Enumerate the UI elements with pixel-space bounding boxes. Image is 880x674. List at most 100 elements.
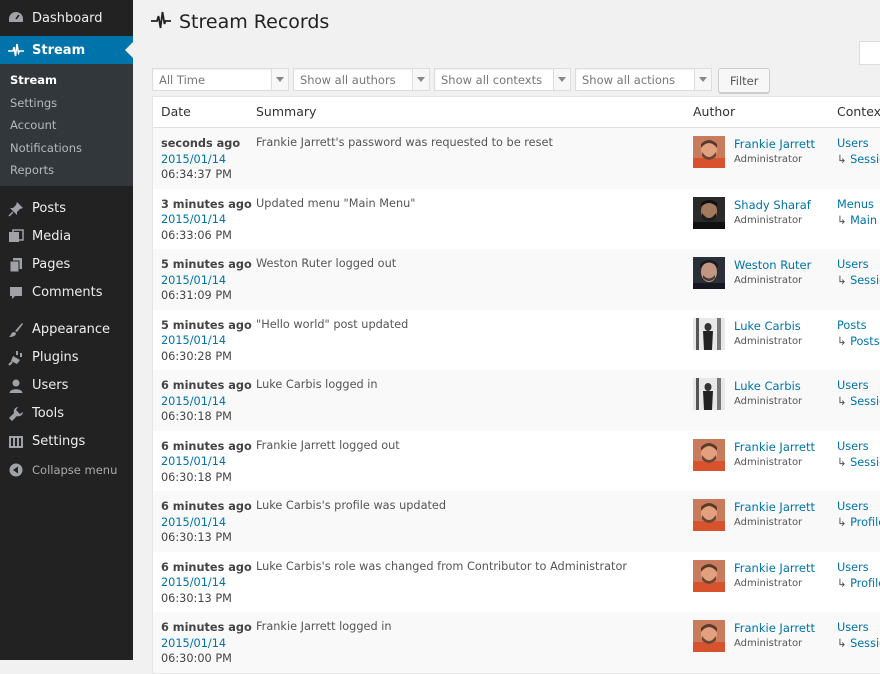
record-author-cell: Frankie Jarrett Administrator xyxy=(734,560,815,592)
author-link[interactable]: Frankie Jarrett xyxy=(734,499,815,515)
chevron-down-icon xyxy=(412,69,429,90)
record-summary: "Hello world" post updated xyxy=(256,317,409,331)
menu-comments[interactable]: Comments xyxy=(0,279,133,307)
record-ago: 5 minutes ago xyxy=(161,258,252,271)
submenu-settings[interactable]: Settings xyxy=(0,92,133,115)
submenu-notifications[interactable]: Notifications xyxy=(0,137,133,160)
record-date-link[interactable]: 2015/01/14 xyxy=(161,575,252,591)
collapse-menu-label: Collapse menu xyxy=(32,462,118,477)
collapse-menu-button[interactable]: Collapse menu xyxy=(0,456,133,484)
author-link[interactable]: Luke Carbis xyxy=(734,318,802,334)
record-date-link[interactable]: 2015/01/14 xyxy=(161,636,252,652)
actions-filter-select[interactable]: Show all actions xyxy=(575,68,712,91)
record-date-link[interactable]: 2015/01/14 xyxy=(161,273,252,289)
date-filter-select[interactable]: All Time xyxy=(152,68,289,91)
record-context-cell: Users↳ Profiles xyxy=(837,499,880,531)
table-row: 5 minutes ago 2015/01/14 06:31:09 PM Weston… xyxy=(153,249,880,310)
subcontext-link[interactable]: ↳ Main Menu xyxy=(837,213,880,229)
subcontext-link[interactable]: ↳ Profiles xyxy=(837,515,880,531)
avatar xyxy=(693,317,725,350)
main-content: Stream Records All Time Show all authors… xyxy=(133,0,880,674)
record-date-cell: 6 minutes ago 2015/01/14 06:30:18 PM xyxy=(161,439,252,486)
record-summary: Frankie Jarrett logged in xyxy=(256,620,392,633)
column-header-author[interactable]: Author xyxy=(693,104,735,119)
author-link[interactable]: Frankie Jarrett xyxy=(734,620,815,636)
context-link[interactable]: Users xyxy=(837,620,880,636)
table-row: 6 minutes ago 2015/01/14 06:30:13 PM Luke C… xyxy=(153,491,880,552)
record-ago: seconds ago xyxy=(161,137,241,150)
table-row: seconds ago 2015/01/14 06:34:37 PM Frankie … xyxy=(153,128,880,189)
subcontext-label: Profiles xyxy=(850,576,880,590)
menu-settings[interactable]: Settings xyxy=(0,428,133,456)
subcontext-label: Sessions xyxy=(850,455,880,469)
subcontext-arrow-icon: ↳ xyxy=(837,637,851,650)
actions-filter-value: Show all actions xyxy=(582,72,676,87)
context-link[interactable]: Users xyxy=(837,499,880,515)
menu-plugins[interactable]: Plugins xyxy=(0,344,133,372)
subcontext-link[interactable]: ↳ Sessions xyxy=(837,152,880,168)
menu-settings-label: Settings xyxy=(32,434,86,449)
table-row: 6 minutes ago 2015/01/14 06:30:18 PM Luke C… xyxy=(153,370,880,431)
search-input[interactable] xyxy=(859,41,880,65)
page-title: Stream Records xyxy=(179,11,330,33)
subcontext-link[interactable]: ↳ Sessions xyxy=(837,394,880,410)
menu-pages[interactable]: Pages xyxy=(0,251,133,279)
record-date-cell: 6 minutes ago 2015/01/14 06:30:13 PM xyxy=(161,560,252,607)
context-link[interactable]: Users xyxy=(837,136,880,152)
menu-dashboard[interactable]: Dashboard xyxy=(0,4,133,32)
subcontext-link[interactable]: ↳ Sessions xyxy=(837,455,880,471)
author-link[interactable]: Frankie Jarrett xyxy=(734,439,815,455)
record-date-link[interactable]: 2015/01/14 xyxy=(161,515,252,531)
menu-tools[interactable]: Tools xyxy=(0,400,133,428)
table-row: 6 minutes ago 2015/01/14 06:30:00 PM Franki… xyxy=(153,612,880,673)
submenu-stream[interactable]: Stream xyxy=(0,69,133,92)
context-link[interactable]: Menus xyxy=(837,197,880,213)
record-date-link[interactable]: 2015/01/14 xyxy=(161,152,240,168)
menu-stream[interactable]: Stream xyxy=(0,36,133,64)
record-summary: Frankie Jarrett logged out xyxy=(256,438,400,452)
context-link[interactable]: Users xyxy=(837,378,880,394)
subcontext-label: Main Menu xyxy=(850,213,880,227)
subcontext-link[interactable]: ↳ Profiles xyxy=(837,576,880,592)
record-date-link[interactable]: 2015/01/14 xyxy=(161,394,252,410)
context-link[interactable]: Users xyxy=(837,439,880,455)
author-link[interactable]: Frankie Jarrett xyxy=(734,560,815,576)
record-summary: Luke Carbis logged in xyxy=(256,378,378,391)
context-link[interactable]: Users xyxy=(837,257,880,273)
context-link[interactable]: Users xyxy=(837,560,880,576)
subcontext-link[interactable]: ↳ Sessions xyxy=(837,273,880,289)
record-summary: Weston Ruter logged out xyxy=(256,257,397,270)
record-date-link[interactable]: 2015/01/14 xyxy=(161,454,252,470)
context-link[interactable]: Posts xyxy=(837,318,880,334)
menu-media[interactable]: Media xyxy=(0,223,133,251)
record-date-link[interactable]: 2015/01/14 xyxy=(161,212,252,228)
record-author-cell: Luke Carbis Administrator xyxy=(734,378,802,410)
author-link[interactable]: Frankie Jarrett xyxy=(734,136,815,152)
column-header-date[interactable]: Date xyxy=(161,104,191,119)
authors-filter-select[interactable]: Show all authors xyxy=(293,68,430,91)
record-date-cell: 6 minutes ago 2015/01/14 06:30:13 PM xyxy=(161,499,252,546)
author-link[interactable]: Shady Sharaf xyxy=(734,197,811,213)
author-link[interactable]: Weston Ruter xyxy=(734,257,811,273)
menu-posts[interactable]: Posts xyxy=(0,195,133,223)
record-time: 06:30:00 PM xyxy=(161,652,232,665)
menu-dashboard-label: Dashboard xyxy=(32,10,103,26)
author-link[interactable]: Luke Carbis xyxy=(734,378,802,394)
contexts-filter-select[interactable]: Show all contexts xyxy=(434,68,571,91)
menu-posts-label: Posts xyxy=(32,201,66,216)
column-header-summary[interactable]: Summary xyxy=(256,104,316,119)
submenu-reports[interactable]: Reports xyxy=(0,159,133,182)
record-author-cell: Weston Ruter Administrator xyxy=(734,257,811,289)
subcontext-link[interactable]: ↳ Posts xyxy=(837,334,880,350)
subcontext-arrow-icon: ↳ xyxy=(837,576,851,590)
submenu-account[interactable]: Account xyxy=(0,114,133,137)
filter-button[interactable]: Filter xyxy=(718,68,771,93)
subcontext-link[interactable]: ↳ Sessions xyxy=(837,636,880,652)
menu-users-label: Users xyxy=(32,378,69,393)
menu-users[interactable]: Users xyxy=(0,372,133,400)
menu-appearance[interactable]: Appearance xyxy=(0,316,133,344)
record-date-link[interactable]: 2015/01/14 xyxy=(161,333,252,349)
record-summary: Updated menu "Main Menu" xyxy=(256,196,416,210)
author-role: Administrator xyxy=(734,396,803,407)
column-header-context[interactable]: Context xyxy=(837,104,880,119)
